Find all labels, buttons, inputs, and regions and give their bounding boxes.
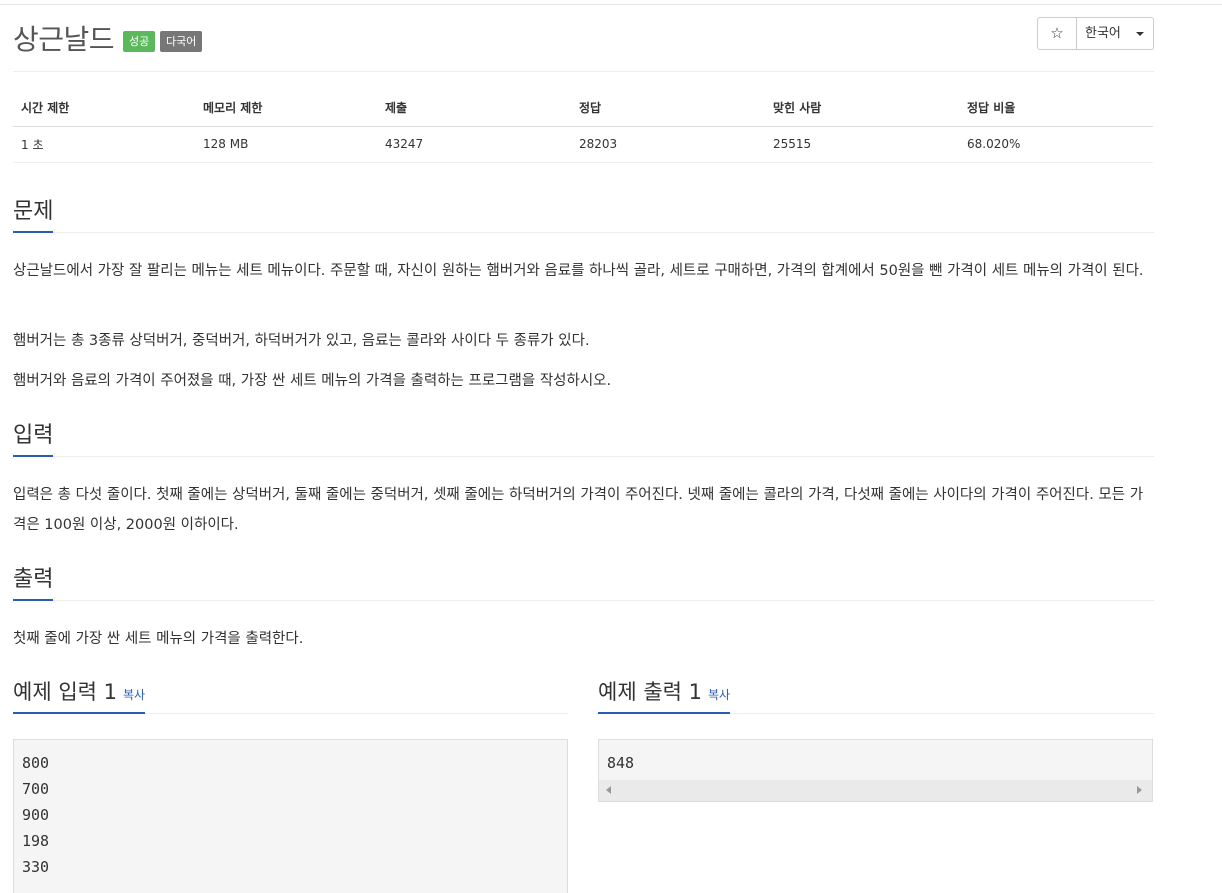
description-heading: 문제 bbox=[13, 193, 1154, 233]
copy-input-link[interactable]: 복사 bbox=[123, 688, 145, 702]
table-cell: 25515 bbox=[765, 126, 959, 163]
description-paragraph: 햄버거와 음료의 가격이 주어졌을 때, 가장 싼 세트 메뉴의 가격을 출력하… bbox=[13, 373, 612, 389]
sample-output-heading: 예제 출력 1 복사 bbox=[598, 676, 1154, 714]
sample-output-text: 848 bbox=[607, 754, 635, 772]
output-heading: 출력 bbox=[13, 561, 1154, 601]
table-cell: 68.020% bbox=[959, 126, 1153, 163]
table-header-cell: 정답 비율 bbox=[959, 90, 1153, 127]
description-paragraph: 상근날드에서 가장 잘 팔리는 메뉴는 세트 메뉴이다. 주문할 때, 자신이 … bbox=[13, 263, 1144, 279]
table-header-cell: 맞힌 사람 bbox=[765, 90, 959, 127]
problem-info-table: 시간 제한 메모리 제한 제출 정답 맞힌 사람 정답 비율 1 초 128 M… bbox=[13, 90, 1153, 163]
section-title: 입력 bbox=[13, 417, 54, 457]
table-cell: 28203 bbox=[571, 126, 765, 163]
copy-output-link[interactable]: 복사 bbox=[708, 688, 730, 702]
table-header-cell: 메모리 제한 bbox=[195, 90, 377, 127]
table-header-cell: 제출 bbox=[377, 90, 571, 127]
caret-down-icon bbox=[1136, 32, 1144, 36]
problem-header: 상근날드 성공 다국어 ☆ 한국어 bbox=[13, 14, 1154, 72]
language-dropdown[interactable]: 한국어 bbox=[1077, 18, 1153, 49]
top-divider bbox=[0, 4, 1222, 5]
scroll-right-icon[interactable] bbox=[1137, 786, 1142, 794]
problem-title: 상근날드 bbox=[13, 23, 115, 56]
sample-output-box[interactable]: 848 bbox=[598, 739, 1153, 802]
table-header-row: 시간 제한 메모리 제한 제출 정답 맞힌 사람 정답 비율 bbox=[13, 90, 1153, 127]
sample-input-title: 예제 입력 1 복사 bbox=[13, 676, 146, 714]
section-title: 문제 bbox=[13, 193, 54, 233]
language-label: 한국어 bbox=[1085, 26, 1121, 41]
sample-input-text: 800 700 900 198 330 bbox=[22, 754, 50, 876]
table-header-cell: 시간 제한 bbox=[13, 90, 195, 127]
input-heading: 입력 bbox=[13, 417, 1154, 457]
sample-input-heading: 예제 입력 1 복사 bbox=[13, 676, 568, 714]
table-cell: 43247 bbox=[377, 126, 571, 163]
sample-input-box[interactable]: 800 700 900 198 330 bbox=[13, 739, 568, 893]
multilang-badge: 다국어 bbox=[160, 31, 203, 52]
table-row: 1 초 128 MB 43247 28203 25515 68.020% bbox=[13, 126, 1153, 163]
success-badge: 성공 bbox=[123, 31, 156, 52]
header-actions: ☆ 한국어 bbox=[1037, 17, 1154, 50]
description-paragraph: 햄버거는 총 3종류 상덕버거, 중덕버거, 하덕버거가 있고, 음료는 콜라와… bbox=[13, 333, 590, 349]
sample-output-title: 예제 출력 1 복사 bbox=[598, 676, 731, 714]
section-title: 출력 bbox=[13, 561, 54, 601]
output-description: 첫째 줄에 가장 싼 세트 메뉴의 가격을 출력한다. bbox=[13, 631, 304, 647]
star-button[interactable]: ☆ bbox=[1038, 18, 1077, 49]
horizontal-scrollbar[interactable] bbox=[599, 780, 1152, 801]
table-header-cell: 정답 bbox=[571, 90, 765, 127]
scroll-left-icon[interactable] bbox=[606, 786, 611, 794]
table-cell: 128 MB bbox=[195, 126, 377, 163]
star-icon: ☆ bbox=[1050, 24, 1064, 42]
input-description: 입력은 총 다섯 줄이다. 첫째 줄에는 상덕버거, 둘째 줄에는 중덕버거, … bbox=[13, 487, 1144, 533]
table-cell: 1 초 bbox=[13, 126, 195, 163]
